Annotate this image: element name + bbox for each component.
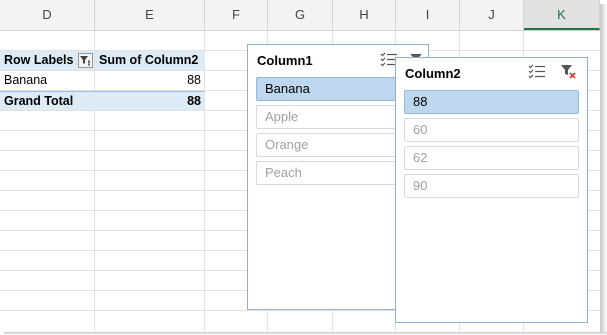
spreadsheet-grid: D E F G H I J K Row Labels Sum of Column…	[0, 0, 600, 332]
column-header-j[interactable]: J	[460, 0, 524, 30]
slicer-column2[interactable]: Column2 88 60 62 90	[395, 57, 588, 323]
slicer2-item-60[interactable]: 60	[404, 118, 579, 142]
pivot-row-label[interactable]: Banana	[0, 71, 94, 90]
pivot-sum-header[interactable]: Sum of Column2	[95, 51, 205, 70]
window-shadow-right	[600, 4, 607, 335]
column-header-i[interactable]: I	[396, 0, 460, 30]
filter-funnel-icon	[80, 56, 90, 66]
clear-filter-icon[interactable]	[560, 63, 576, 79]
column-header-row: D E F G H I J K	[0, 0, 600, 31]
column-header-d[interactable]: D	[0, 0, 95, 30]
column-header-f[interactable]: F	[205, 0, 268, 30]
multi-select-icon[interactable]	[528, 63, 546, 79]
pivot-row-labels-text: Row Labels	[4, 53, 74, 67]
slicer-column2-title: Column2	[405, 66, 461, 81]
column-header-k[interactable]: K	[524, 0, 600, 30]
column-header-e[interactable]: E	[95, 0, 205, 30]
slicer2-item-62[interactable]: 62	[404, 146, 579, 170]
pivot-grand-total-label[interactable]: Grand Total	[0, 91, 95, 110]
pivot-filter-button[interactable]	[78, 53, 93, 68]
slicer2-item-90[interactable]: 90	[404, 174, 579, 198]
pivot-grand-total-value[interactable]: 88	[95, 91, 205, 110]
slicer2-item-88[interactable]: 88	[404, 90, 579, 114]
column-header-g[interactable]: G	[268, 0, 333, 30]
pivot-row-value[interactable]: 88	[95, 71, 205, 90]
slicer-column1-title: Column1	[257, 53, 313, 68]
column-header-h[interactable]: H	[333, 0, 396, 30]
